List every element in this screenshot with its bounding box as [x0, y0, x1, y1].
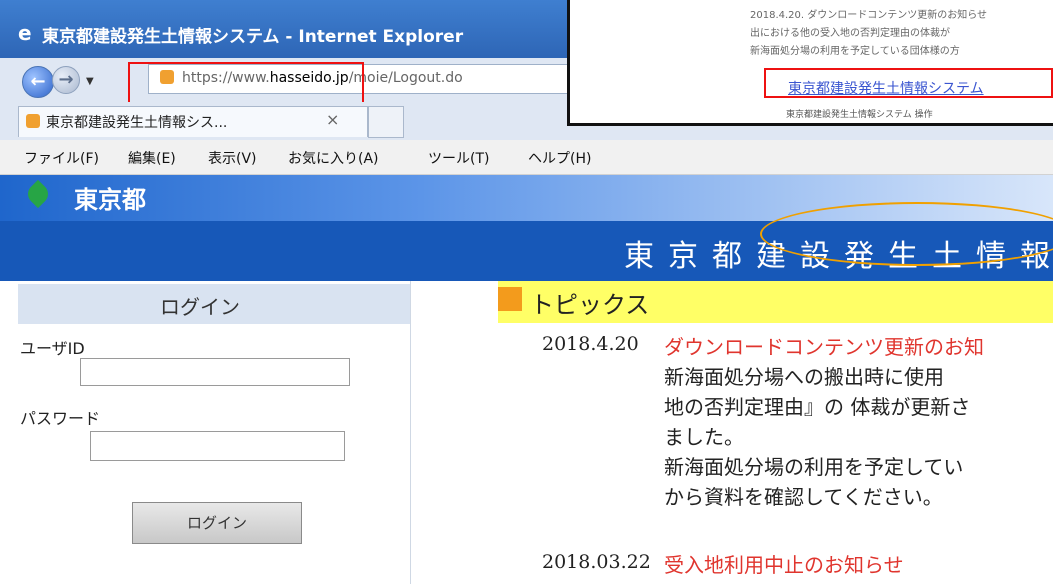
inset-text-line: 2018.4.20. ダウンロードコンテンツ更新のお知らせ [750, 10, 988, 21]
password-input[interactable] [90, 431, 345, 461]
tab-label: 東京都建設発生土情報シス... [46, 115, 228, 131]
menu-favorites[interactable]: お気に入り(A) [288, 148, 379, 168]
menu-edit[interactable]: 編集(E) [128, 148, 176, 168]
menu-tools[interactable]: ツール(T) [428, 148, 489, 168]
highlight-box-link [764, 68, 1053, 98]
topic-body-line: ました。 [664, 425, 744, 449]
topic-headline-link[interactable]: ダウンロードコンテンツ更新のお知 [664, 331, 984, 360]
topic-date: 2018.4.20 [542, 333, 639, 355]
ie-logo-icon: e [18, 21, 32, 45]
login-title: ログイン [160, 295, 240, 319]
login-button[interactable]: ログイン [132, 502, 302, 544]
tab-close-icon[interactable]: × [326, 110, 339, 129]
inset-text-line: 出における他の受入地の否判定理由の体裁が [750, 28, 950, 39]
new-tab-button[interactable] [368, 106, 404, 138]
topic-body-line: 新海面処分場への搬出時に使用 [664, 365, 944, 389]
forward-button[interactable]: → [52, 66, 80, 94]
topics-bullet-icon [498, 287, 522, 311]
tokyo-org-name: 東京都 [74, 186, 146, 214]
url-path: /moie/Logout.do [348, 70, 463, 86]
back-button[interactable]: ← [22, 66, 54, 98]
topic-body-line: 地の否判定理由』の 体裁が更新さ [664, 395, 971, 419]
topic-headline-link[interactable]: 受入地利用中止のお知らせ [664, 549, 904, 578]
user-id-label: ユーザID [20, 339, 85, 358]
topic-date: 2018.03.22 [542, 551, 651, 573]
user-id-input[interactable] [80, 358, 350, 386]
password-label: パスワード [20, 409, 101, 428]
window-title: 東京都建設発生土情報システム - Internet Explorer [42, 27, 464, 47]
inset-text-line: 新海面処分場の利用を予定している団体様の方 [750, 46, 960, 57]
history-dropdown-icon[interactable]: ▼ [86, 76, 94, 87]
highlight-ellipse [760, 202, 1053, 266]
topic-body-line: から資料を確認してください。 [664, 485, 943, 509]
topics-title: トピックス [530, 291, 650, 319]
menu-view[interactable]: 表示(V) [208, 148, 257, 168]
menu-help[interactable]: ヘルプ(H) [528, 148, 591, 168]
inset-caption: 東京都建設発生土情報システム 操作 [786, 110, 933, 120]
menu-file[interactable]: ファイル(F) [24, 148, 99, 168]
topic-body-line: 新海面処分場の利用を予定してい [664, 455, 964, 479]
tab-favicon-icon [26, 114, 40, 128]
